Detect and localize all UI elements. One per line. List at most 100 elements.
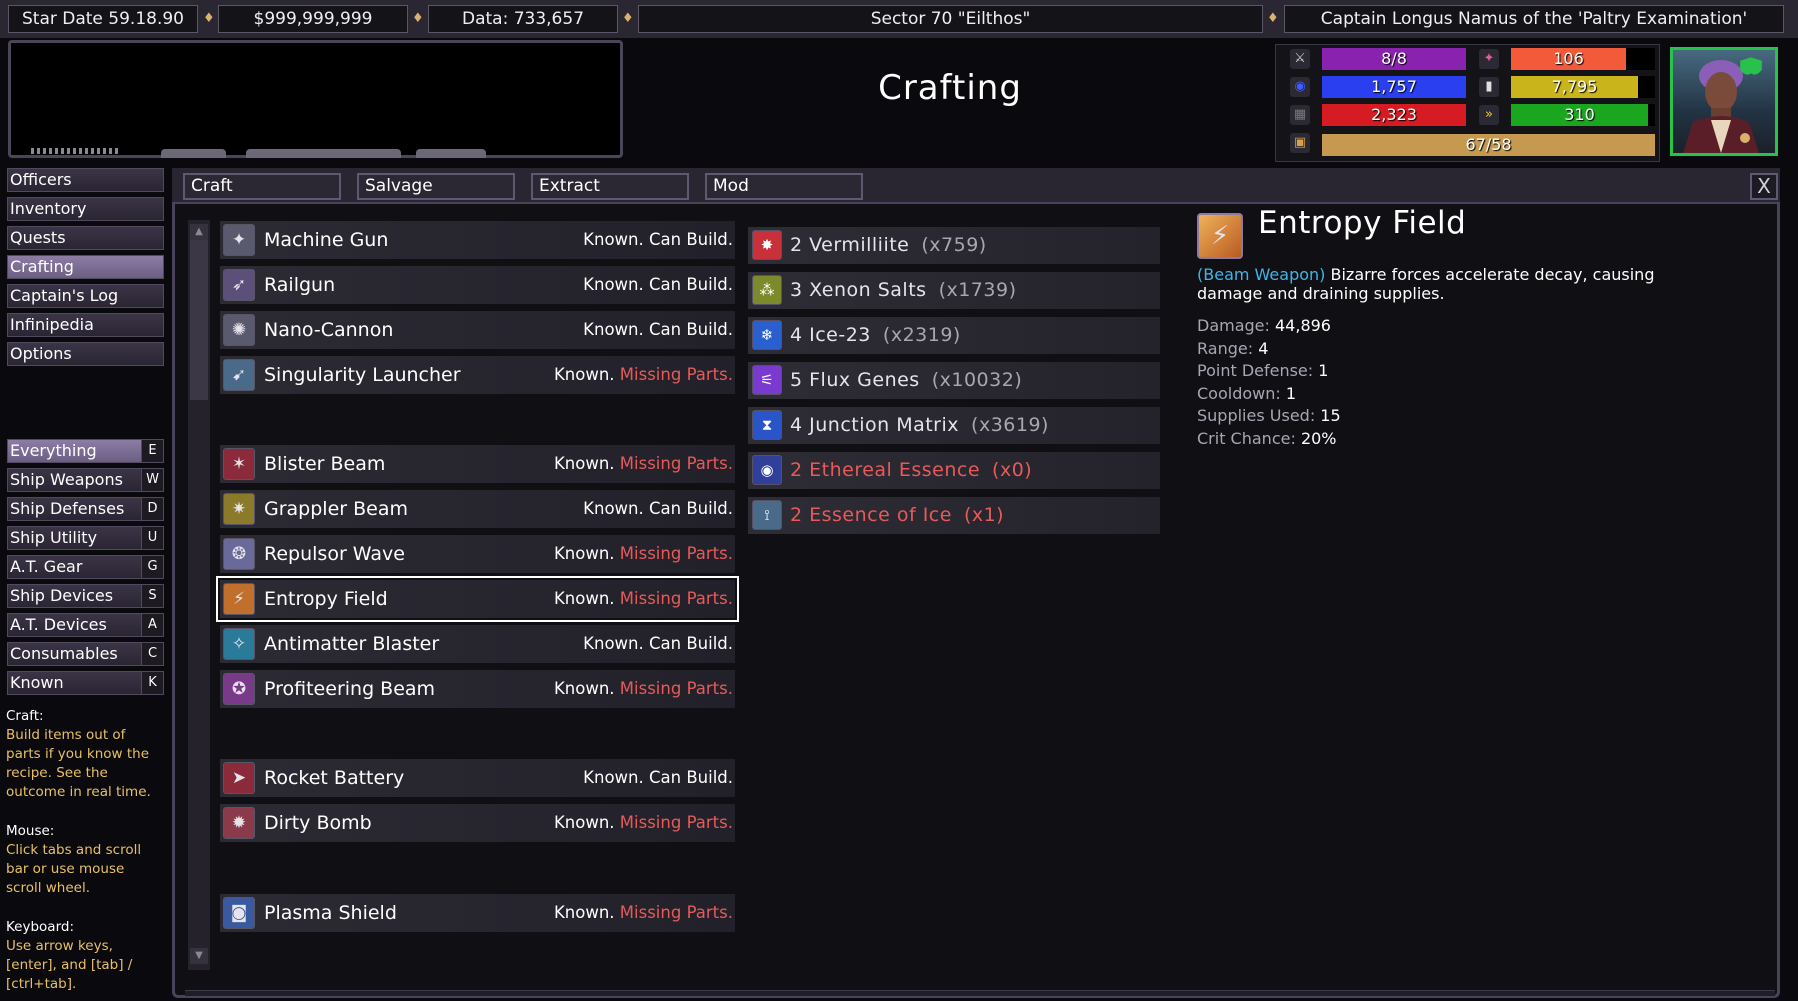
part-label: 3 Xenon Salts (x1739) <box>790 272 1017 309</box>
recipe-status: Known. Can Build. <box>583 625 733 663</box>
ice-essence-icon: ⟟ <box>752 500 782 530</box>
star-date: Star Date 59.18.90 <box>8 5 198 33</box>
part-row: ◉ 2 Ethereal Essence (x0) <box>748 452 1160 489</box>
hotkey-badge: K <box>141 672 163 694</box>
detail-stat: Supplies Used: 15 <box>1197 405 1341 428</box>
recipe-row[interactable]: ➤ Rocket Battery Known. Can Build. <box>220 759 735 797</box>
recipe-row[interactable]: ✹ Dirty Bomb Known. Missing Parts. <box>220 804 735 842</box>
recipe-row[interactable]: ✧ Antimatter Blaster Known. Can Build. <box>220 625 735 663</box>
part-name: 2 Vermilliite <box>790 234 910 256</box>
recipe-status: Known. Can Build. <box>583 311 733 349</box>
nav-crafting[interactable]: Crafting <box>7 255 164 279</box>
entropy-icon: ⚡ <box>223 583 255 615</box>
can-build-label: Can Build. <box>649 230 733 249</box>
detail-stat: Damage: 44,896 <box>1197 315 1341 338</box>
grapple-icon: ✷ <box>223 493 255 525</box>
recipe-row[interactable]: ✺ Nano-Cannon Known. Can Build. <box>220 311 735 349</box>
nav-quests[interactable]: Quests <box>7 226 164 250</box>
part-count: (x2319) <box>882 324 961 346</box>
tab-salvage[interactable]: Salvage <box>357 173 515 200</box>
filter-ship-weapons[interactable]: Ship Weapons W <box>7 468 164 492</box>
known-label: Known. <box>583 230 649 249</box>
ship-icon: ⚔ <box>1290 49 1310 69</box>
recipe-row[interactable]: ✶ Blister Beam Known. Missing Parts. <box>220 445 735 483</box>
pin-icon: ♦ <box>203 11 215 26</box>
stat-label: Supplies Used: <box>1197 406 1321 425</box>
part-label: 2 Vermilliite (x759) <box>790 227 987 264</box>
missing-parts-label: Missing Parts. <box>619 544 733 563</box>
part-row: ❄ 4 Ice-23 (x2319) <box>748 317 1160 354</box>
bottom-ruler <box>185 990 1775 996</box>
blaster-icon: ✧ <box>223 628 255 660</box>
recipe-name: Grappler Beam <box>264 498 408 520</box>
wave-icon: ❂ <box>223 538 255 570</box>
recipe-status: Known. Missing Parts. <box>554 804 733 842</box>
filter-a-t-devices[interactable]: A.T. Devices A <box>7 613 164 637</box>
data-counter: Data: 733,657 <box>428 5 618 33</box>
nav-officers[interactable]: Officers <box>7 168 164 192</box>
part-row: ⟟ 2 Essence of Ice (x1) <box>748 497 1160 534</box>
tab-mod[interactable]: Mod <box>705 173 863 200</box>
sector-name: Sector 70 "Eilthos" <box>638 5 1263 33</box>
filter-ship-utility[interactable]: Ship Utility U <box>7 526 164 550</box>
filter-known[interactable]: Known K <box>7 671 164 695</box>
stat-value: 1 <box>1318 361 1329 380</box>
recipe-row[interactable]: ◙ Plasma Shield Known. Missing Parts. <box>220 894 735 932</box>
nav-captain-s-log[interactable]: Captain's Log <box>7 284 164 308</box>
filter-a-t-gear[interactable]: A.T. Gear G <box>7 555 164 579</box>
tab-craft[interactable]: Craft <box>183 173 341 200</box>
cargo-icon: ▣ <box>1290 133 1310 153</box>
essence-icon: ◉ <box>752 455 782 485</box>
recipe-status: Known. Missing Parts. <box>554 670 733 708</box>
detail-stat: Cooldown: 1 <box>1197 383 1341 406</box>
stat-bar: 67/58 <box>1322 134 1655 156</box>
known-label: Known. <box>583 320 649 339</box>
hotkey-badge: E <box>141 440 163 462</box>
can-build-label: Can Build. <box>649 320 733 339</box>
part-label: 5 Flux Genes (x10032) <box>790 362 1022 399</box>
nav-infinipedia[interactable]: Infinipedia <box>7 313 164 337</box>
part-label: 4 Ice-23 (x2319) <box>790 317 961 354</box>
recipe-row[interactable]: ✷ Grappler Beam Known. Can Build. <box>220 490 735 528</box>
pin-icon: ♦ <box>622 11 634 26</box>
recipe-status: Known. Can Build. <box>583 490 733 528</box>
profit-beam-icon: ✪ <box>223 673 255 705</box>
filter-label: Ship Devices <box>10 586 114 605</box>
nav-options[interactable]: Options <box>7 342 164 366</box>
hotkey-badge: D <box>141 498 163 520</box>
stat-bar: 7,795 <box>1511 76 1638 98</box>
help-keyboard-title: Keyboard: <box>6 919 75 935</box>
scroll-up-icon[interactable]: ▲ <box>190 224 208 240</box>
close-button[interactable]: X <box>1750 173 1778 200</box>
ice-icon: ❄ <box>752 320 782 350</box>
tab-extract[interactable]: Extract <box>531 173 689 200</box>
filter-ship-devices[interactable]: Ship Devices S <box>7 584 164 608</box>
nav-inventory[interactable]: Inventory <box>7 197 164 221</box>
panel-tab <box>416 149 486 158</box>
recipe-name: Repulsor Wave <box>264 543 405 565</box>
filter-everything[interactable]: Everything E <box>7 439 164 463</box>
recipe-row[interactable]: ✦ Machine Gun Known. Can Build. <box>220 221 735 259</box>
filter-label: Known <box>10 673 64 692</box>
known-label: Known. <box>583 499 649 518</box>
scroll-thumb[interactable] <box>190 240 208 400</box>
part-count: (x0) <box>992 459 1033 481</box>
part-label: 2 Essence of Ice (x1) <box>790 497 1004 534</box>
detail-title: Entropy Field <box>1258 205 1467 241</box>
recipe-row[interactable]: ❂ Repulsor Wave Known. Missing Parts. <box>220 535 735 573</box>
recipe-row[interactable]: ➶ Railgun Known. Can Build. <box>220 266 735 304</box>
fuel-icon: » <box>1479 105 1499 125</box>
missing-parts-label: Missing Parts. <box>619 813 733 832</box>
filter-consumables[interactable]: Consumables C <box>7 642 164 666</box>
filter-ship-defenses[interactable]: Ship Defenses D <box>7 497 164 521</box>
recipe-name: Profiteering Beam <box>264 678 436 700</box>
stat-label: Range: <box>1197 338 1259 358</box>
scroll-down-icon[interactable]: ▼ <box>190 948 208 964</box>
recipe-row[interactable]: ✪ Profiteering Beam Known. Missing Parts. <box>220 670 735 708</box>
recipe-row[interactable]: ⚡ Entropy Field Known. Missing Parts. <box>216 576 739 622</box>
help-keyboard-text: Use arrow keys, [enter], and [tab] / [ct… <box>6 938 133 992</box>
captain-portrait[interactable] <box>1670 47 1778 156</box>
recipe-row[interactable]: ➹ Singularity Launcher Known. Missing Part… <box>220 356 735 394</box>
part-name: 2 Essence of Ice <box>790 504 952 526</box>
recipe-name: Plasma Shield <box>264 902 397 924</box>
